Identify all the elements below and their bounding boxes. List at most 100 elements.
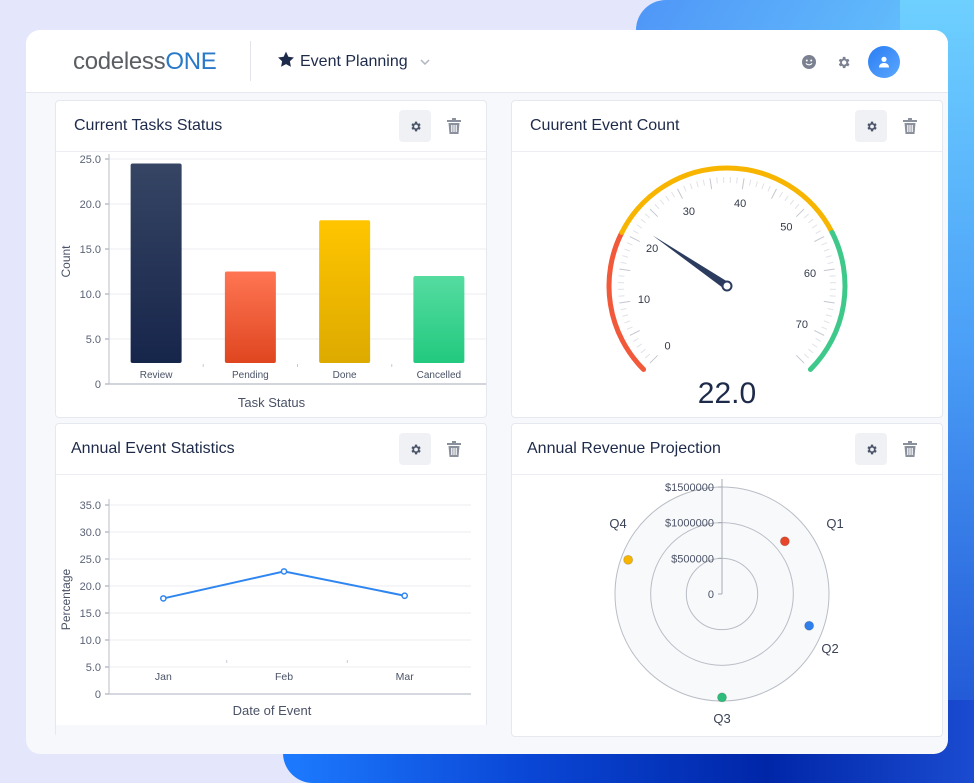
- chevron-down-icon: [420, 57, 430, 68]
- gauge-tick-label: 60: [804, 268, 816, 280]
- logo-text: codeless: [73, 48, 166, 75]
- gauge-minor-tick: [821, 242, 828, 246]
- user-avatar[interactable]: [868, 46, 900, 78]
- x-tick-label: Feb: [275, 671, 293, 683]
- app-name: Event Planning: [300, 53, 408, 70]
- gauge-minor-tick: [823, 320, 830, 324]
- app-switcher[interactable]: Event Planning: [276, 50, 430, 74]
- card-current-event-count: Cuurent Event Count 0 10 20 30 40 50 60 70 22.0: [511, 100, 943, 418]
- bar-pending: [224, 271, 276, 363]
- gauge-minor-tick: [767, 185, 771, 192]
- gauge-minor-tick: [632, 230, 639, 234]
- card-delete-button[interactable]: [438, 433, 470, 465]
- smiley-icon[interactable]: [800, 53, 818, 71]
- gauge-minor-tick: [823, 248, 830, 252]
- gauge-tick-label: 0: [665, 340, 671, 352]
- gauge-tick-label: 30: [683, 206, 695, 218]
- gauge-minor-tick: [803, 213, 810, 219]
- gauge-minor-tick: [827, 261, 834, 265]
- logo[interactable]: codelessONE: [73, 48, 217, 76]
- gauge-minor-tick: [761, 183, 765, 190]
- gauge-major-tick: [823, 268, 835, 272]
- card-delete-button[interactable]: [894, 433, 926, 465]
- y-tick-label: 35.0: [80, 500, 101, 512]
- card-annual-revenue-projection: Annual Revenue Projection 0 $500000 $10000…: [511, 423, 943, 737]
- gear-icon: [866, 444, 877, 454]
- card-title: Current Tasks Status: [74, 117, 223, 134]
- gauge-minor-tick: [748, 179, 752, 186]
- y-tick-label: 10.0: [80, 289, 101, 301]
- polar-r-tick-label: $1000000: [665, 518, 714, 530]
- gauge-major-tick: [649, 208, 659, 218]
- card-settings-button[interactable]: [855, 110, 887, 142]
- gauge-minor-tick: [716, 177, 718, 184]
- bar-chart: 0 5.0 10.0 15.0 20.0 25.0 Review Pending Done Can…: [59, 154, 486, 410]
- gauge-major-tick: [814, 236, 825, 242]
- gauge-minor-tick: [620, 307, 627, 311]
- top-bar: codelessONE Event Planning: [26, 30, 948, 93]
- gauge-tick-label: 40: [734, 198, 746, 210]
- gauge-minor-tick: [779, 191, 783, 198]
- gear-icon[interactable]: [834, 53, 852, 71]
- star-icon: [276, 50, 296, 74]
- card-title: Annual Event Statistics: [71, 440, 235, 457]
- gauge-minor-tick: [644, 213, 651, 219]
- gauge-tick-label: 20: [646, 243, 658, 255]
- card-settings-button[interactable]: [399, 433, 431, 465]
- polar-category-label: Q3: [713, 711, 730, 726]
- trash-icon: [447, 118, 461, 134]
- gauge-value: 22.0: [698, 377, 756, 410]
- gauge-needle-pivot: [721, 280, 733, 292]
- polar-chart: 0 $500000 $1000000 $1500000 Q1 Q2 Q3 Q4: [609, 479, 844, 726]
- gauge-major-tick: [629, 330, 640, 336]
- polar-category-label: Q4: [609, 516, 626, 531]
- x-tick-label: Mar: [396, 671, 415, 683]
- card-delete-button[interactable]: [438, 110, 470, 142]
- gauge-major-tick: [795, 354, 805, 364]
- gauge-minor-tick: [671, 191, 675, 198]
- gauge-minor-tick: [815, 230, 822, 234]
- gauge-minor-tick: [821, 326, 828, 330]
- gauge-minor-tick: [683, 185, 687, 192]
- y-tick-label: 15.0: [80, 608, 101, 620]
- bar-review: [130, 163, 182, 363]
- line-series: [163, 570, 405, 600]
- gauge-minor-tick: [811, 343, 818, 348]
- gauge-minor-tick: [636, 224, 643, 229]
- x-axis-title: Task Status: [238, 395, 306, 410]
- gauge-minor-tick: [789, 199, 795, 205]
- gauge-minor-tick: [794, 203, 800, 210]
- user-icon: [879, 56, 889, 68]
- gauge-major-tick: [741, 178, 745, 190]
- polar-r-tick-label: $500000: [671, 553, 714, 565]
- gauge-minor-tick: [626, 326, 633, 330]
- gauge-major-tick: [771, 188, 777, 199]
- gauge-minor-tick: [620, 261, 627, 265]
- gauge-minor-tick: [811, 224, 818, 229]
- gauge-minor-tick: [702, 179, 706, 186]
- gauge-minor-tick: [624, 320, 631, 324]
- y-tick-label: 5.0: [86, 334, 101, 346]
- app-window: codelessONE Event Planning Current Tasks…: [26, 30, 948, 754]
- polar-r-tick-label: $1500000: [665, 482, 714, 494]
- trash-icon: [447, 441, 461, 457]
- y-tick-label: 25.0: [80, 154, 101, 166]
- gauge-major-tick: [677, 188, 683, 199]
- gauge-minor-tick: [696, 181, 699, 188]
- line-point: [280, 568, 288, 575]
- gauge-minor-tick: [622, 314, 629, 317]
- polar-point-q3: [717, 692, 727, 703]
- gauge-minor-tick: [654, 203, 660, 210]
- line-point: [401, 592, 409, 600]
- polar-point-q4: [623, 554, 634, 565]
- y-axis-title: Count: [59, 245, 73, 278]
- card-settings-button[interactable]: [399, 110, 431, 142]
- card-settings-button[interactable]: [855, 433, 887, 465]
- gauge-major-tick: [649, 354, 659, 364]
- card-current-tasks-status: Current Tasks Status 0 5.0 10.0 15.0 20.0 25.…: [55, 100, 487, 418]
- gauge-minor-tick: [829, 295, 836, 297]
- gauge-minor-tick: [827, 307, 834, 311]
- y-tick-label: 5.0: [86, 662, 101, 674]
- card-delete-button[interactable]: [894, 110, 926, 142]
- gauge-minor-tick: [808, 218, 814, 224]
